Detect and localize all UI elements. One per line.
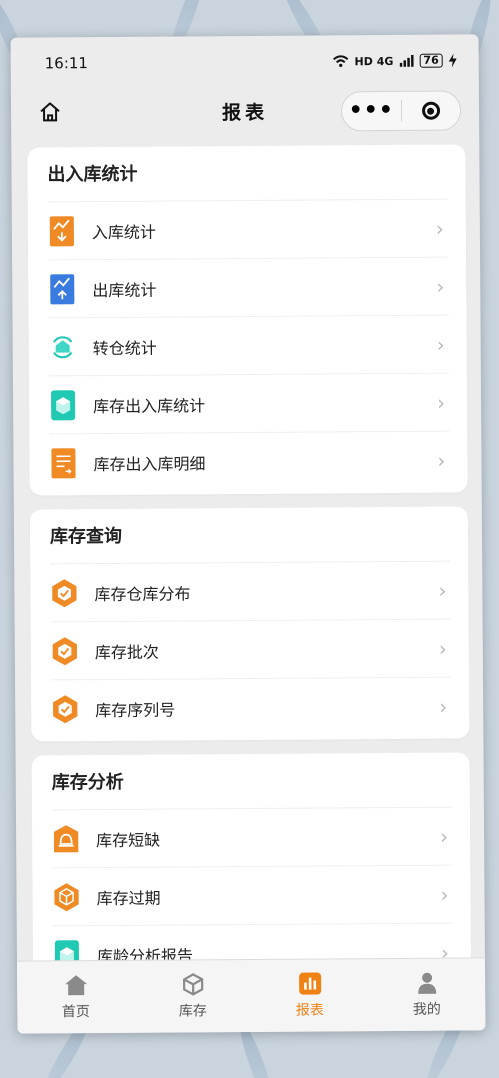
list-item-inventory-inout-detail[interactable]: 库存出入库明细 › xyxy=(49,432,449,492)
list-item-serial-number[interactable]: 库存序列号 › xyxy=(51,678,451,738)
home-button[interactable] xyxy=(35,97,65,127)
battery-indicator: 76 xyxy=(419,53,443,68)
item-label: 库存仓库分布 xyxy=(94,583,191,604)
hex-check-icon xyxy=(51,634,79,668)
list-item-inbound-stats[interactable]: 入库统计 › xyxy=(47,199,449,261)
item-label: 库存批次 xyxy=(94,642,159,662)
list-item-inventory-shortage[interactable]: 库存短缺 › xyxy=(51,807,453,869)
item-label: 出库统计 xyxy=(92,280,157,300)
tab-report[interactable]: 报表 xyxy=(251,959,368,1032)
chevron-right-icon: › xyxy=(436,332,445,357)
list-item-transfer-stats[interactable]: 转仓统计 › xyxy=(48,315,449,377)
item-label: 转仓统计 xyxy=(92,338,157,358)
close-mini-program-button[interactable] xyxy=(401,101,460,120)
item-label: 库存序列号 xyxy=(95,700,176,720)
home-outline-icon xyxy=(40,102,60,122)
tab-label: 首页 xyxy=(61,1004,90,1021)
chevron-right-icon: › xyxy=(440,824,449,849)
chevron-right-icon: › xyxy=(439,694,448,719)
item-label: 入库统计 xyxy=(91,222,156,242)
section-inventory-query: 库存查询 库存仓库分布 › 库存批次 › 库存序列号 › xyxy=(29,506,470,742)
target-ring-icon xyxy=(421,101,440,120)
chevron-right-icon: › xyxy=(438,636,447,661)
bottom-tab-bar: 首页 库存 报表 我的 xyxy=(16,957,486,1034)
item-label: 库存出入库统计 xyxy=(93,395,206,416)
tab-label: 我的 xyxy=(412,1001,441,1018)
cube-stats-icon xyxy=(49,388,77,422)
phone-screen: 16:11 HD 4G 76 报表 ••• 出入库统计 入库统计 › 出库统计 … xyxy=(10,34,486,1034)
section-title: 库存查询 xyxy=(49,506,451,565)
inbound-chart-icon xyxy=(48,214,76,248)
outbound-chart-icon xyxy=(48,272,76,306)
item-label: 库存过期 xyxy=(96,888,161,908)
charging-icon xyxy=(448,53,457,68)
page-title: 报表 xyxy=(221,101,269,124)
tab-inventory[interactable]: 库存 xyxy=(134,960,251,1033)
user-icon xyxy=(417,972,436,994)
box-expired-icon xyxy=(52,880,80,914)
tab-mine[interactable]: 我的 xyxy=(368,958,485,1031)
report-bars-icon xyxy=(298,972,321,995)
section-inventory-analysis: 库存分析 库存短缺 › 库存过期 › 库龄分析报告 › xyxy=(31,752,472,988)
status-bar: 16:11 HD 4G 76 xyxy=(11,34,479,89)
status-icons: HD 4G 76 xyxy=(332,53,457,69)
bell-shortage-icon xyxy=(52,822,80,856)
mini-program-capsule: ••• xyxy=(340,90,462,132)
hex-check-icon xyxy=(50,576,78,610)
inventory-box-icon xyxy=(182,973,203,996)
list-item-inventory-batch[interactable]: 库存批次 › xyxy=(50,619,452,681)
list-item-inventory-expired[interactable]: 库存过期 › xyxy=(52,865,453,927)
status-time: 16:11 xyxy=(44,54,89,73)
item-label: 库存出入库明细 xyxy=(93,453,206,474)
hex-check-icon xyxy=(51,692,79,726)
chevron-right-icon: › xyxy=(440,882,449,907)
section-title: 库存分析 xyxy=(51,752,452,811)
chevron-right-icon: › xyxy=(436,274,445,299)
list-item-warehouse-distribution[interactable]: 库存仓库分布 › xyxy=(50,561,451,623)
list-item-outbound-stats[interactable]: 出库统计 › xyxy=(48,257,449,319)
item-label: 库存短缺 xyxy=(96,830,161,850)
home-icon xyxy=(64,975,87,996)
report-content: 出入库统计 入库统计 › 出库统计 › 转仓统计 › 库存出入库统计 › 库存出… xyxy=(27,144,472,1001)
section-inout-stats: 出入库统计 入库统计 › 出库统计 › 转仓统计 › 库存出入库统计 › 库存出… xyxy=(27,144,468,496)
navigation-bar: 报表 ••• xyxy=(11,86,479,135)
wifi-icon xyxy=(332,55,349,67)
chevron-right-icon: › xyxy=(437,448,446,473)
tab-label: 报表 xyxy=(295,1002,324,1019)
tab-label: 库存 xyxy=(178,1003,207,1020)
chevron-right-icon: › xyxy=(437,390,446,415)
chevron-right-icon: › xyxy=(435,216,444,241)
more-menu-button[interactable]: ••• xyxy=(342,98,401,123)
detail-list-icon xyxy=(49,446,77,480)
signal-icon xyxy=(399,54,414,67)
transfer-cycle-icon xyxy=(49,330,77,364)
tab-home[interactable]: 首页 xyxy=(17,961,134,1034)
chevron-right-icon: › xyxy=(438,578,447,603)
network-indicator: HD 4G xyxy=(354,54,394,68)
list-item-inventory-inout-stats[interactable]: 库存出入库统计 › xyxy=(48,373,450,435)
section-title: 出入库统计 xyxy=(47,144,448,203)
